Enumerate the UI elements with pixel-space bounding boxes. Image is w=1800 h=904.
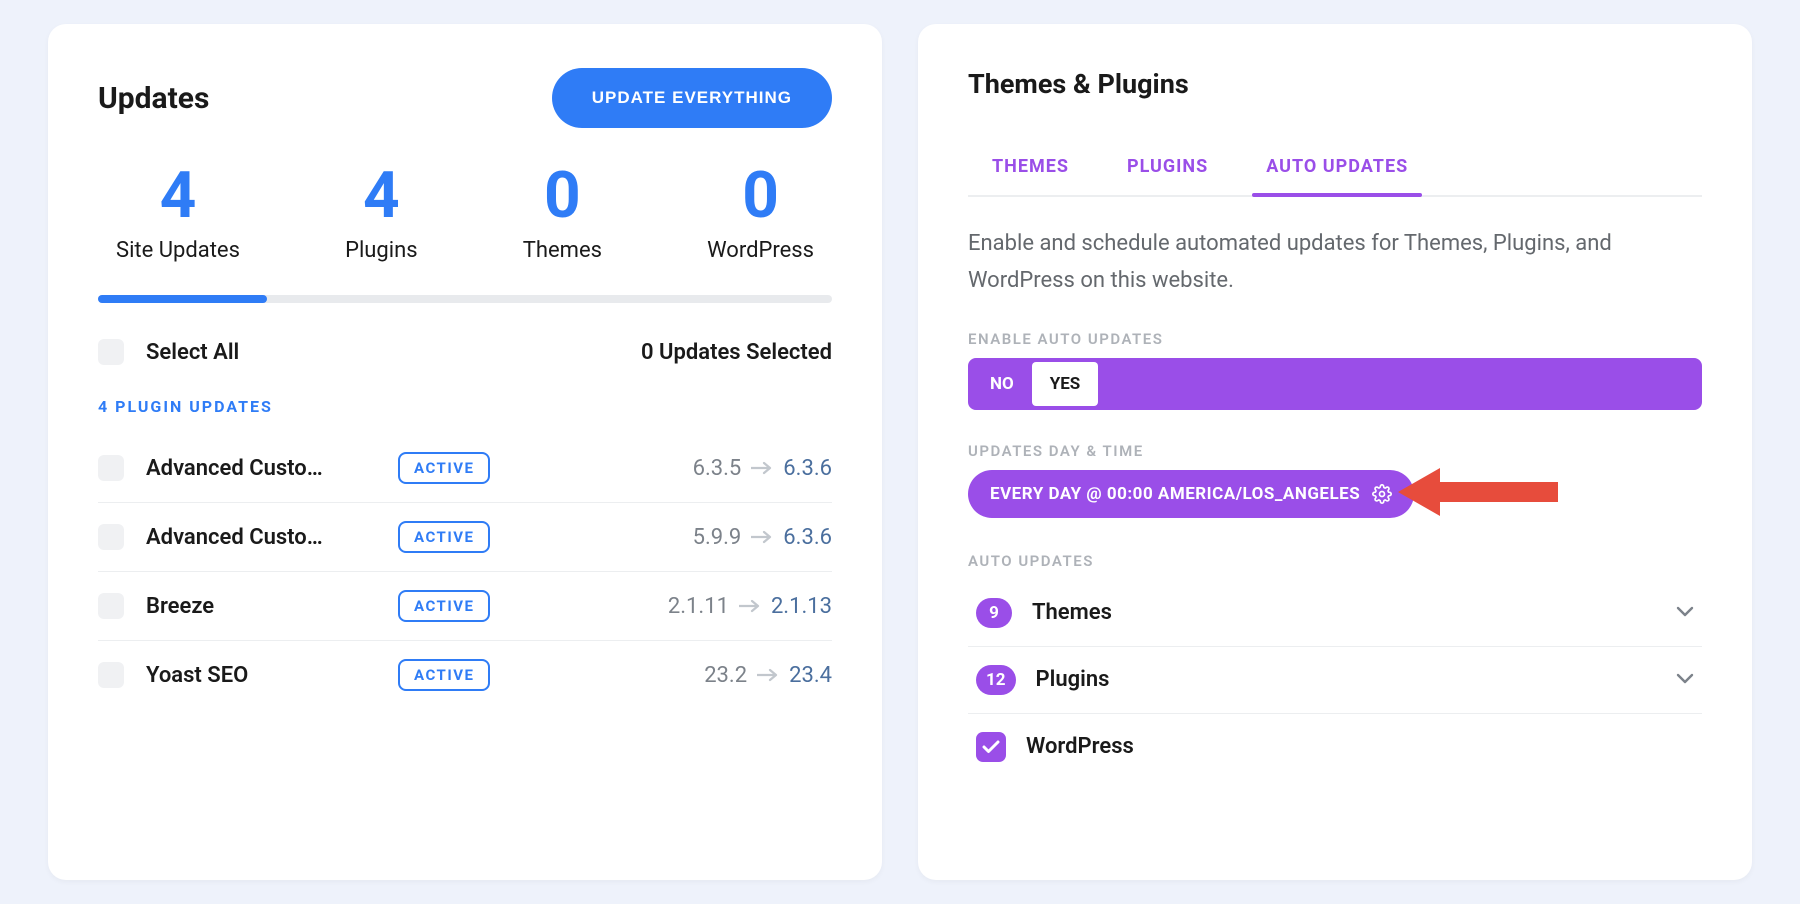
updates-day-time-label: UPDATES DAY & TIME bbox=[968, 442, 1702, 460]
stats-underline-active bbox=[98, 295, 267, 303]
stat-label: Site Updates bbox=[116, 238, 240, 263]
chevron-down-icon bbox=[1676, 603, 1694, 622]
stat-label: Plugins bbox=[345, 238, 418, 263]
row-label: Plugins bbox=[1036, 667, 1110, 692]
arrow-right-icon bbox=[757, 668, 779, 682]
toggle-yes[interactable]: YES bbox=[1032, 362, 1099, 406]
auto-updates-wordpress-row[interactable]: WordPress bbox=[968, 714, 1702, 780]
tab-themes[interactable]: THEMES bbox=[986, 148, 1075, 195]
stat-wordpress[interactable]: 0 WordPress bbox=[707, 164, 814, 263]
plugin-name: Yoast SEO bbox=[146, 663, 376, 688]
plugin-list: Advanced Custo… ACTIVE 6.3.5 6.3.6 Advan… bbox=[98, 434, 832, 709]
plugin-version: 23.2 23.4 bbox=[704, 663, 832, 688]
select-all-group: Select All bbox=[98, 339, 239, 365]
plugin-checkbox[interactable] bbox=[98, 524, 124, 550]
row-label: Themes bbox=[1032, 600, 1112, 625]
tab-plugins[interactable]: PLUGINS bbox=[1121, 148, 1214, 195]
version-to: 2.1.13 bbox=[771, 594, 832, 619]
schedule-pill[interactable]: EVERY DAY @ 00:00 AMERICA/LOS_ANGELES bbox=[968, 470, 1414, 518]
tab-auto-updates[interactable]: AUTO UPDATES bbox=[1260, 148, 1414, 195]
version-to: 6.3.6 bbox=[783, 456, 832, 481]
count-badge: 9 bbox=[976, 598, 1012, 628]
version-from: 2.1.11 bbox=[668, 594, 729, 619]
plugin-row: Advanced Custo… ACTIVE 6.3.5 6.3.6 bbox=[98, 434, 832, 503]
schedule-text: EVERY DAY @ 00:00 AMERICA/LOS_ANGELES bbox=[990, 484, 1360, 504]
gear-icon bbox=[1372, 484, 1392, 504]
arrow-right-icon bbox=[751, 461, 773, 475]
schedule-row: EVERY DAY @ 00:00 AMERICA/LOS_ANGELES bbox=[968, 470, 1702, 518]
updates-card: Updates UPDATE EVERYTHING 4 Site Updates… bbox=[48, 24, 882, 880]
stat-site-updates[interactable]: 4 Site Updates bbox=[116, 164, 240, 263]
themes-plugins-title: Themes & Plugins bbox=[968, 68, 1702, 100]
enable-auto-updates-toggle[interactable]: NO YES bbox=[968, 358, 1702, 410]
enable-auto-updates-label: ENABLE AUTO UPDATES bbox=[968, 330, 1702, 348]
stat-themes[interactable]: 0 Themes bbox=[523, 164, 602, 263]
status-badge: ACTIVE bbox=[398, 521, 490, 553]
select-row: Select All 0 Updates Selected bbox=[98, 339, 832, 365]
stats-row: 4 Site Updates 4 Plugins 0 Themes 0 Word… bbox=[98, 164, 832, 277]
stats-underline bbox=[98, 295, 832, 303]
updates-title: Updates bbox=[98, 81, 209, 116]
stat-plugins[interactable]: 4 Plugins bbox=[345, 164, 418, 263]
auto-updates-list: 9 Themes 12 Plugins WordPress bbox=[968, 580, 1702, 780]
plugin-updates-heading: 4 PLUGIN UPDATES bbox=[98, 397, 832, 416]
stat-value: 0 bbox=[523, 164, 602, 228]
arrow-right-icon bbox=[751, 530, 773, 544]
stat-value: 4 bbox=[116, 164, 240, 228]
themes-plugins-card: Themes & Plugins THEMES PLUGINS AUTO UPD… bbox=[918, 24, 1752, 880]
stat-value: 4 bbox=[345, 164, 418, 228]
version-to: 6.3.6 bbox=[783, 525, 832, 550]
selected-count: 0 Updates Selected bbox=[641, 340, 832, 365]
auto-updates-description: Enable and schedule automated updates fo… bbox=[968, 225, 1702, 300]
count-badge: 12 bbox=[976, 665, 1016, 695]
status-badge: ACTIVE bbox=[398, 590, 490, 622]
auto-updates-themes-row[interactable]: 9 Themes bbox=[968, 580, 1702, 647]
status-badge: ACTIVE bbox=[398, 452, 490, 484]
row-label: WordPress bbox=[1026, 734, 1134, 759]
select-all-checkbox[interactable] bbox=[98, 339, 124, 365]
checked-icon bbox=[976, 732, 1006, 762]
plugin-name: Advanced Custo… bbox=[146, 456, 376, 481]
arrow-right-icon bbox=[739, 599, 761, 613]
chevron-down-icon bbox=[1676, 670, 1694, 689]
plugin-version: 5.9.9 6.3.6 bbox=[693, 525, 832, 550]
stat-value: 0 bbox=[707, 164, 814, 228]
plugin-row: Breeze ACTIVE 2.1.11 2.1.13 bbox=[98, 572, 832, 641]
select-all-label: Select All bbox=[146, 340, 239, 365]
plugin-checkbox[interactable] bbox=[98, 662, 124, 688]
plugin-row: Advanced Custo… ACTIVE 5.9.9 6.3.6 bbox=[98, 503, 832, 572]
updates-header: Updates UPDATE EVERYTHING bbox=[98, 68, 832, 128]
stat-label: Themes bbox=[523, 238, 602, 263]
plugin-version: 2.1.11 2.1.13 bbox=[668, 594, 832, 619]
stat-label: WordPress bbox=[707, 238, 814, 263]
toggle-no[interactable]: NO bbox=[972, 362, 1032, 406]
version-to: 23.4 bbox=[789, 663, 832, 688]
version-from: 23.2 bbox=[704, 663, 747, 688]
update-everything-button[interactable]: UPDATE EVERYTHING bbox=[552, 68, 832, 128]
plugin-name: Advanced Custo… bbox=[146, 525, 376, 550]
plugin-checkbox[interactable] bbox=[98, 455, 124, 481]
plugin-checkbox[interactable] bbox=[98, 593, 124, 619]
auto-updates-list-label: AUTO UPDATES bbox=[968, 552, 1702, 570]
auto-updates-plugins-row[interactable]: 12 Plugins bbox=[968, 647, 1702, 714]
plugin-row: Yoast SEO ACTIVE 23.2 23.4 bbox=[98, 641, 832, 709]
plugin-name: Breeze bbox=[146, 594, 376, 619]
version-from: 6.3.5 bbox=[693, 456, 742, 481]
plugin-version: 6.3.5 6.3.6 bbox=[693, 456, 832, 481]
annotation-arrow-icon bbox=[1398, 464, 1558, 524]
version-from: 5.9.9 bbox=[693, 525, 742, 550]
tabs: THEMES PLUGINS AUTO UPDATES bbox=[968, 148, 1702, 197]
status-badge: ACTIVE bbox=[398, 659, 490, 691]
